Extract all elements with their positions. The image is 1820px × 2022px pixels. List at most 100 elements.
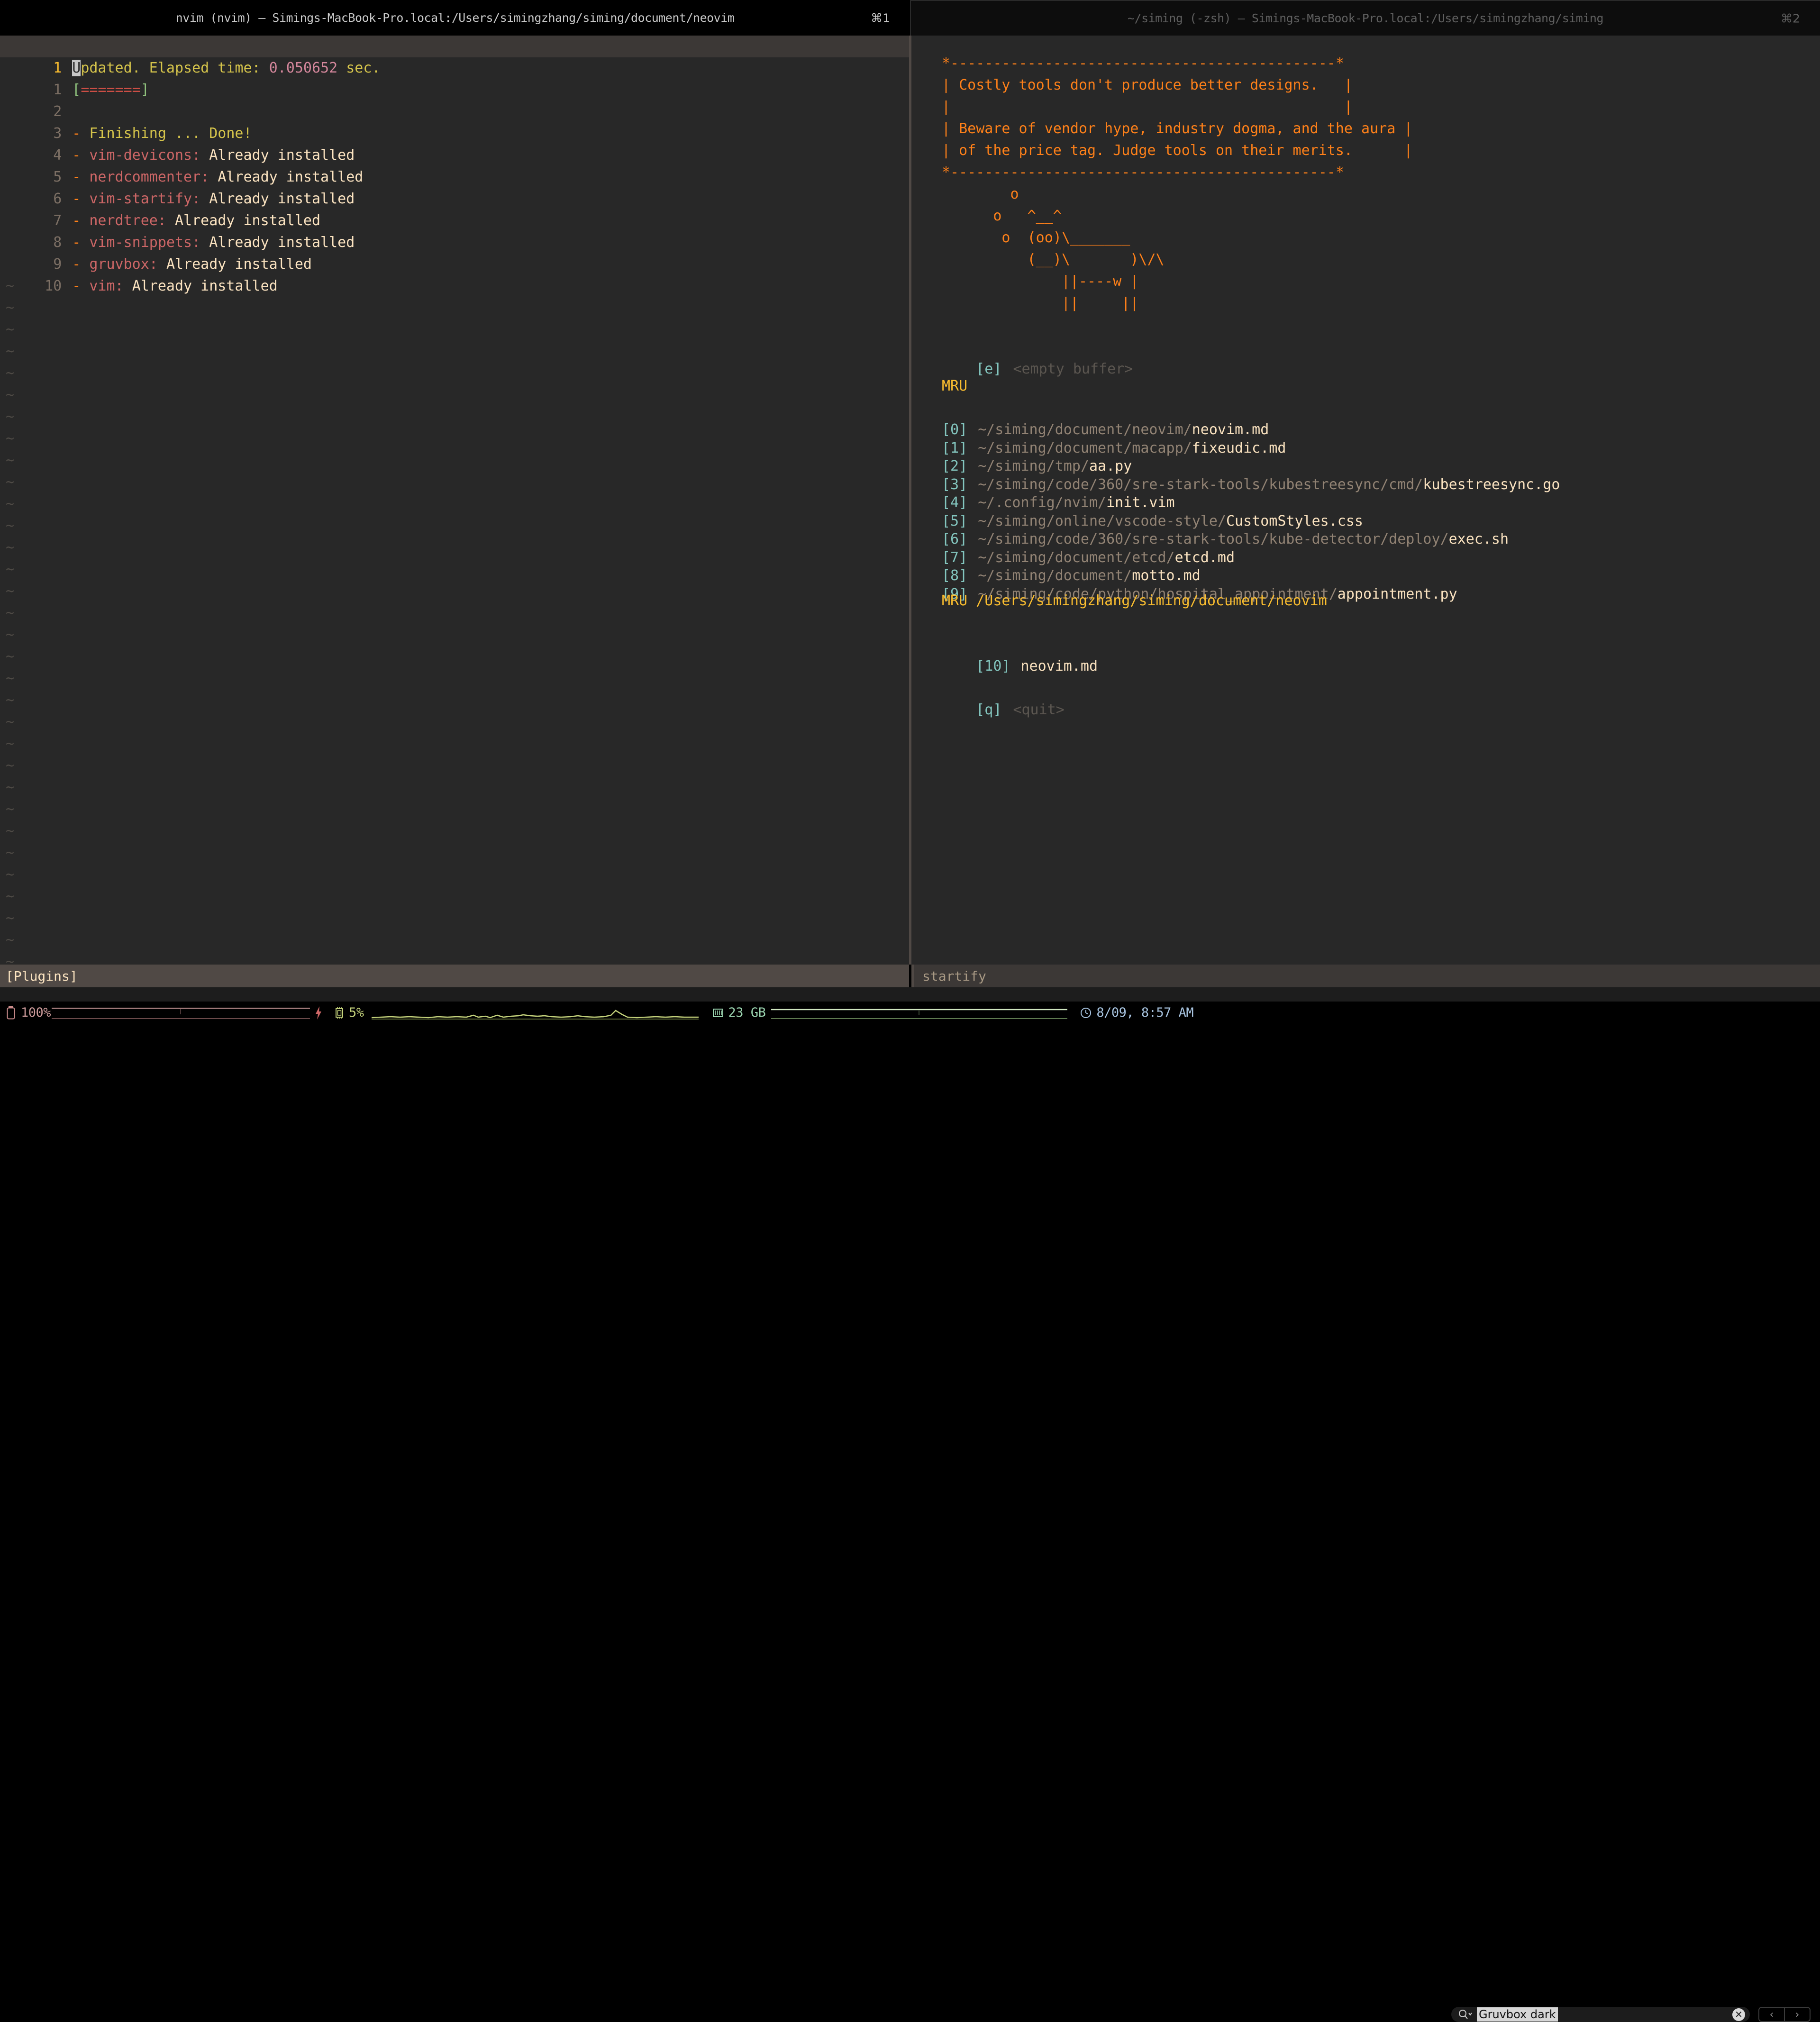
editor-line-finishing: 3- Finishing ... Done!	[0, 101, 909, 142]
startify-header-quote-line-2: | |	[942, 99, 1353, 115]
left-window-titlebar[interactable]: nvim (nvim) — Simings-MacBook-Pro.local:…	[0, 0, 910, 36]
editor-filler-tilde: ~	[6, 365, 15, 382]
cow-ascii-art-line-3: o (oo)\_______	[942, 229, 1130, 246]
startify-item-filename: exec.sh	[1448, 531, 1509, 547]
editor-line-plugin: 4- vim-devicons: Already installed	[0, 123, 909, 164]
startify-item-filename: etcd.md	[1174, 549, 1235, 566]
clock-icon	[1080, 1007, 1092, 1019]
prev-button[interactable]: ‹	[1759, 2008, 1784, 2021]
search-field[interactable]: Gruvbox dark ✕	[1451, 2007, 1750, 2022]
startify-item-key: [2]	[942, 458, 968, 474]
startify-header-border-top: *---------------------------------------…	[942, 55, 1344, 72]
editor-filler-tilde: ~	[6, 648, 15, 665]
line-number: 10	[45, 278, 62, 294]
startify-header-quote-line-1: | Costly tools don't produce better desi…	[942, 77, 1353, 93]
editor-filler-tilde: ~	[6, 605, 15, 621]
editor-filler-tilde: ~	[6, 474, 15, 491]
startify-mru-heading: MRU	[942, 378, 968, 394]
startify-item-path: ~/siming/code/360/sre-stark-tools/kubest…	[978, 476, 1423, 493]
cpu-graph	[371, 1009, 699, 1020]
nvim-editor-pane[interactable]: 1 Updated. Elapsed time: 0.050652 sec. 1[…	[0, 36, 909, 965]
cpu-chip-icon	[334, 1006, 345, 1020]
editor-filler-tilde: ~	[6, 736, 15, 752]
editor-filler-tilde: ~	[6, 866, 15, 883]
startify-header-quote-line-4: | of the price tag. Judge tools on their…	[942, 142, 1413, 159]
startify-item-path: ~/siming/online/vscode-style/	[978, 512, 1226, 529]
editor-line-plugin: 8- vim-snippets: Already installed	[0, 210, 909, 251]
battery-icon	[6, 1006, 16, 1020]
clear-icon[interactable]: ✕	[1732, 2008, 1745, 2021]
clock-widget[interactable]: 8/09, 8:57 AM	[1080, 1002, 1194, 1024]
startify-item-filename: neovim.md	[1020, 658, 1098, 674]
left-window-shortcut-badge: ⌘1	[871, 11, 890, 25]
editor-filler-tilde: ~	[6, 932, 15, 948]
startify-mru-dir-heading: MRU /Users/simingzhang/siming/document/n…	[942, 592, 1327, 609]
startify-item-path: ~/.config/nvim/	[978, 494, 1107, 511]
editor-filler-tilde: ~	[6, 343, 15, 360]
search-input[interactable]: Gruvbox dark	[1477, 2007, 1558, 2022]
editor-filler-tilde: ~	[6, 387, 15, 403]
editor-filler-tilde: ~	[6, 430, 15, 447]
editor-line-plugin: 10- vim: Already installed	[0, 254, 909, 294]
battery-graph	[52, 1007, 310, 1019]
editor-filler-tilde: ~	[6, 757, 15, 774]
startify-item-key: [q]	[976, 701, 1002, 718]
startify-item-key: [3]	[942, 476, 968, 493]
startify-item-key: [7]	[942, 549, 968, 566]
list-dash: -	[72, 278, 81, 294]
editor-filler-tilde: ~	[6, 300, 15, 316]
cow-ascii-art-line-4: (__)\ )\/\	[942, 251, 1165, 268]
clock-value: 8/09, 8:57 AM	[1096, 1005, 1194, 1020]
editor-line-blank: 2	[0, 79, 909, 120]
editor-filler-tilde: ~	[6, 278, 15, 294]
startify-item-path: ~/siming/document/	[978, 567, 1132, 584]
startify-mru-dir-item[interactable]: [10] neovim.md	[942, 634, 1098, 674]
editor-filler-tilde: ~	[6, 823, 15, 839]
nav-buttons[interactable]: ‹ ›	[1758, 2007, 1811, 2022]
editor-filler-tilde: ~	[6, 583, 15, 600]
startify-item-key: [8]	[942, 567, 968, 584]
startify-item-filename: neovim.md	[1192, 421, 1269, 438]
cpu-percent: 5%	[349, 1005, 364, 1020]
next-button[interactable]: ›	[1784, 2008, 1810, 2021]
editor-line-progress: 1 [=======]	[0, 57, 909, 98]
right-window-titlebar[interactable]: ~/siming (-zsh) — Simings-MacBook-Pro.lo…	[910, 0, 1820, 36]
left-statusline-text: [Plugins]	[6, 968, 78, 984]
cpu-widget[interactable]: 5%	[334, 1002, 699, 1024]
startify-item-filename: fixeudic.md	[1192, 439, 1286, 456]
memory-graph	[771, 1009, 1068, 1019]
editor-line-plugin: 5- nerdcommenter: Already installed	[0, 145, 909, 185]
system-status-dock[interactable]: 100% 5% 23 GB 8/09, 8:57 AM Gruvbox dark…	[0, 1002, 1820, 2022]
right-window-title: ~/siming (-zsh) — Simings-MacBook-Pro.lo…	[1127, 11, 1604, 25]
memory-widget[interactable]: 23 GB	[712, 1002, 1068, 1024]
right-statusline: startify	[911, 965, 1820, 987]
startify-item-filename: kubestreesync.go	[1423, 476, 1560, 493]
startify-header-border-bottom: *---------------------------------------…	[942, 164, 1344, 181]
editor-filler-tilde: ~	[6, 954, 15, 965]
startify-item-empty-buffer[interactable]: [e] <empty buffer>	[942, 337, 1133, 377]
editor-filler-tilde: ~	[6, 801, 15, 818]
editor-filler-tilde: ~	[6, 518, 15, 534]
startify-item-key: [5]	[942, 512, 968, 529]
editor-filler-tilde: ~	[6, 539, 15, 556]
cow-ascii-art-line-5: ||----w |	[942, 273, 1139, 290]
editor-filler-tilde: ~	[6, 670, 15, 687]
startify-item-filename: init.vim	[1106, 494, 1175, 511]
editor-filler-tilde: ~	[6, 888, 15, 905]
right-window-shortcut-badge: ⌘2	[1781, 11, 1800, 25]
startify-item-key: [6]	[942, 531, 968, 547]
battery-widget[interactable]: 100%	[6, 1002, 323, 1024]
editor-cursor-line: 1 Updated. Elapsed time: 0.050652 sec.	[0, 36, 909, 76]
startify-item-filename: aa.py	[1089, 458, 1132, 474]
editor-filler-tilde: ~	[6, 845, 15, 861]
startify-item-quit[interactable]: [q] <quit>	[942, 677, 1065, 718]
startify-item-filename: motto.md	[1132, 567, 1201, 584]
bolt-icon	[314, 1006, 323, 1020]
cow-ascii-art-line-6: || ||	[942, 295, 1139, 311]
memory-icon	[712, 1007, 724, 1019]
startify-item-path: ~/siming/document/etcd/	[978, 549, 1175, 566]
startify-pane[interactable]: *---------------------------------------…	[911, 36, 1820, 965]
startify-item-label: <quit>	[1013, 701, 1065, 718]
editor-line-plugin: 7- nerdtree: Already installed	[0, 188, 909, 229]
startify-item-key: [1]	[942, 439, 968, 456]
